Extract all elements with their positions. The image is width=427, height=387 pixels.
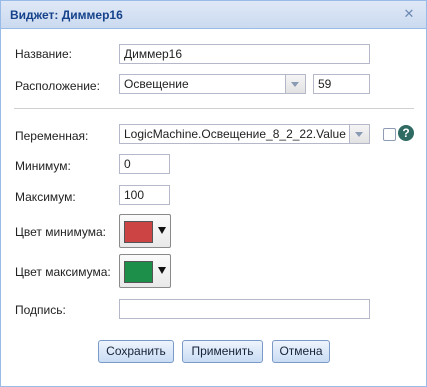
location-number-value: 59 — [318, 77, 332, 91]
variable-select[interactable]: LogicMachine.Освещение_8_2_22.Value — [119, 124, 370, 144]
min-color-label: Цвет минимума: — [15, 225, 107, 239]
max-label: Максимум: — [15, 190, 76, 204]
name-input-value: Диммер16 — [124, 47, 183, 61]
max-input-value: 100 — [124, 188, 145, 202]
max-input[interactable]: 100 — [119, 185, 170, 205]
name-input[interactable]: Диммер16 — [119, 44, 370, 64]
location-select-value: Освещение — [124, 77, 189, 91]
min-color-picker[interactable] — [119, 214, 171, 248]
help-icon[interactable]: ? — [398, 125, 414, 141]
cancel-button[interactable]: Отмена — [272, 340, 330, 363]
variable-select-value: LogicMachine.Освещение_8_2_22.Value — [124, 127, 346, 141]
max-color-label: Цвет максимума: — [15, 265, 111, 279]
location-number-input[interactable]: 59 — [313, 74, 370, 94]
location-dropdown-trigger[interactable] — [285, 75, 305, 93]
section-divider — [14, 108, 414, 109]
min-color-swatch — [124, 221, 153, 243]
variable-checkbox[interactable] — [383, 128, 396, 141]
save-button[interactable]: Сохранить — [98, 340, 174, 363]
apply-button[interactable]: Применить — [182, 340, 263, 363]
variable-dropdown-trigger[interactable] — [349, 125, 369, 143]
variable-label: Переменная: — [15, 129, 89, 143]
max-color-swatch — [124, 261, 153, 283]
chevron-down-icon — [158, 267, 166, 274]
caption-input[interactable] — [119, 299, 370, 319]
dialog-titlebar[interactable]: Виджет: Диммер16 ✕ — [1, 1, 426, 29]
name-label: Название: — [15, 47, 72, 61]
min-input[interactable]: 0 — [119, 154, 170, 174]
widget-dialog: Виджет: Диммер16 ✕ Название: Диммер16 Ра… — [0, 0, 427, 387]
min-input-value: 0 — [124, 157, 131, 171]
max-color-picker[interactable] — [119, 254, 171, 288]
location-select[interactable]: Освещение — [119, 74, 306, 94]
close-icon[interactable]: ✕ — [402, 7, 416, 21]
caption-label: Подпись: — [15, 303, 66, 317]
min-label: Минимум: — [15, 159, 71, 173]
chevron-down-icon — [158, 227, 166, 234]
location-label: Расположение: — [15, 79, 100, 93]
dialog-title: Виджет: Диммер16 — [10, 8, 123, 22]
